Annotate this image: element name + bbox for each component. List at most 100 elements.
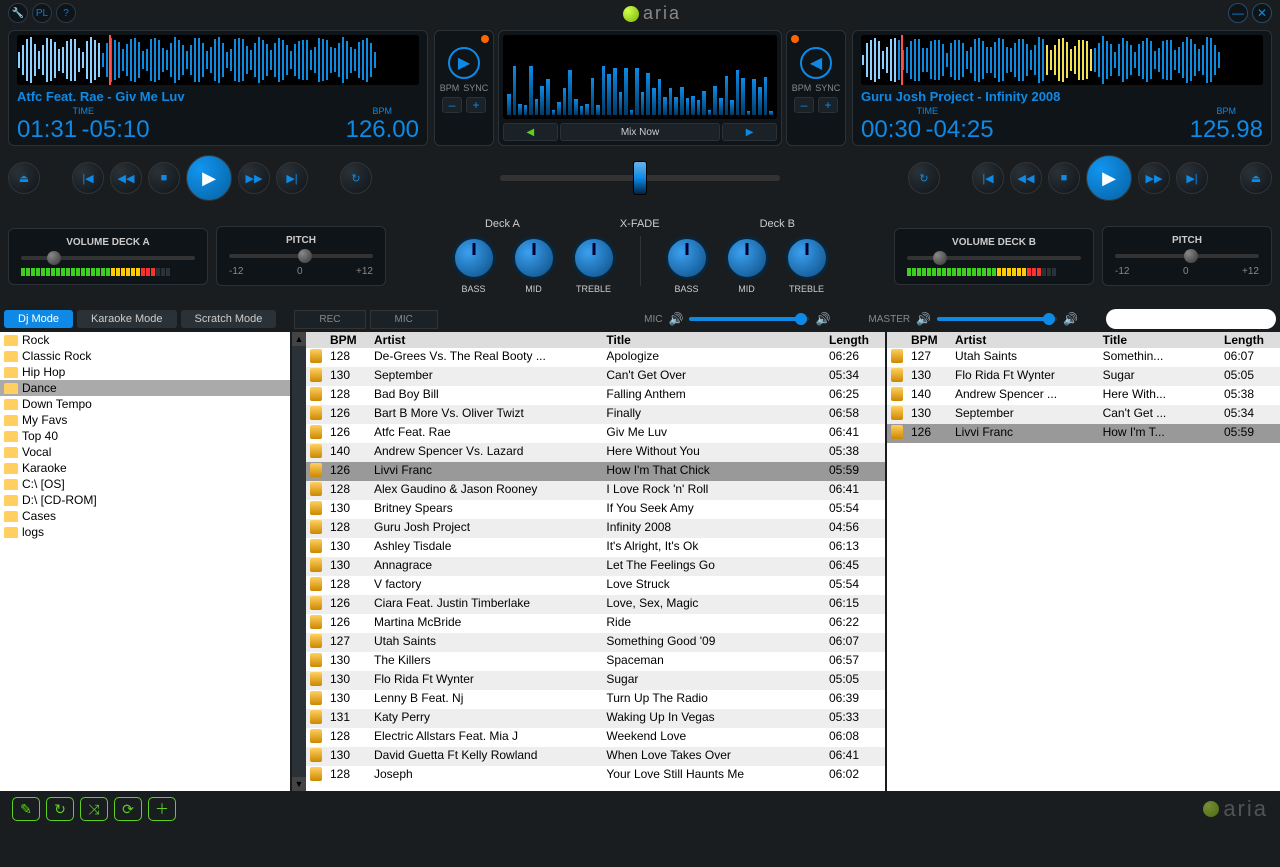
track-row[interactable]: 126Livvi FrancHow I'm T...05:59 <box>887 424 1280 443</box>
deck-b-play[interactable]: ▶ <box>1086 155 1132 201</box>
deck-a-play[interactable]: ▶ <box>186 155 232 201</box>
mic-slider[interactable] <box>689 317 809 321</box>
bpm-plus-b[interactable]: + <box>818 97 838 113</box>
folder-item[interactable]: Hip Hop <box>0 364 290 380</box>
deck-b-waveform[interactable] <box>861 35 1263 85</box>
track-row[interactable]: 126Livvi FrancHow I'm That Chick05:59 <box>306 462 885 481</box>
settings-button[interactable]: 🔧 <box>8 3 28 23</box>
sync-play-a[interactable]: ▶ <box>448 47 480 79</box>
deck-b-mid-knob[interactable] <box>725 236 769 280</box>
track-row[interactable]: 127Utah SaintsSomething Good '0906:07 <box>306 633 885 652</box>
col-title[interactable]: Title <box>1099 332 1220 348</box>
minimize-button[interactable]: — <box>1228 3 1248 23</box>
mix-left-button[interactable]: ◀ <box>503 123 558 141</box>
mic-button[interactable]: MIC <box>370 310 438 329</box>
bpm-minus-a[interactable]: – <box>442 97 462 113</box>
crossfader-thumb[interactable] <box>633 161 647 195</box>
folder-item[interactable]: C:\ [OS] <box>0 476 290 492</box>
track-row[interactable]: 140Andrew Spencer Vs. LazardHere Without… <box>306 443 885 462</box>
col-artist[interactable]: Artist <box>370 332 602 348</box>
deck-b-treble-knob[interactable] <box>785 236 829 280</box>
volume-b-slider[interactable] <box>907 256 1081 260</box>
tab-dj-mode[interactable]: Dj Mode <box>4 310 73 328</box>
folder-item[interactable]: logs <box>0 524 290 540</box>
folder-item[interactable]: Vocal <box>0 444 290 460</box>
track-row[interactable]: 128De-Grees Vs. The Real Booty ...Apolog… <box>306 348 885 367</box>
folder-item[interactable]: Cases <box>0 508 290 524</box>
track-row[interactable]: 128V factoryLove Struck05:54 <box>306 576 885 595</box>
track-header[interactable]: BPM Artist Title Length <box>306 332 885 348</box>
folder-item[interactable]: Rock <box>0 332 290 348</box>
scroll-down-icon[interactable]: ▼ <box>292 777 306 791</box>
deck-a-prev[interactable]: |◀ <box>72 162 104 194</box>
col-bpm[interactable]: BPM <box>326 332 370 348</box>
track-row[interactable]: 130Lenny B Feat. NjTurn Up The Radio06:3… <box>306 690 885 709</box>
track-row[interactable]: 130Flo Rida Ft WynterSugar05:05 <box>887 367 1280 386</box>
track-row[interactable]: 130Flo Rida Ft WynterSugar05:05 <box>306 671 885 690</box>
scroll-up-icon[interactable]: ▲ <box>292 332 306 346</box>
track-row[interactable]: 130Ashley TisdaleIt's Alright, It's Ok06… <box>306 538 885 557</box>
deck-b-loop[interactable]: ↻ <box>908 162 940 194</box>
help-button[interactable]: ? <box>56 3 76 23</box>
deck-a-waveform[interactable] <box>17 35 419 85</box>
track-row[interactable]: 130David Guetta Ft Kelly RowlandWhen Lov… <box>306 747 885 766</box>
track-row[interactable]: 128Bad Boy BillFalling Anthem06:25 <box>306 386 885 405</box>
deck-b-prev[interactable]: |◀ <box>972 162 1004 194</box>
folder-item[interactable]: My Favs <box>0 412 290 428</box>
deck-a-bass-knob[interactable] <box>452 236 496 280</box>
folder-item[interactable]: D:\ [CD-ROM] <box>0 492 290 508</box>
queue-header[interactable]: BPM Artist Title Length <box>887 332 1280 348</box>
refresh-button[interactable]: ↻ <box>46 797 74 821</box>
bpm-plus-a[interactable]: + <box>466 97 486 113</box>
folder-item[interactable]: Dance <box>0 380 290 396</box>
track-row[interactable]: 127Utah SaintsSomethin...06:07 <box>887 348 1280 367</box>
folder-item[interactable]: Down Tempo <box>0 396 290 412</box>
col-length[interactable]: Length <box>825 332 885 348</box>
track-library[interactable]: BPM Artist Title Length 128De-Grees Vs. … <box>306 332 885 791</box>
deck-a-fwd[interactable]: ▶▶ <box>238 162 270 194</box>
track-row[interactable]: 130The KillersSpaceman06:57 <box>306 652 885 671</box>
playlist-button[interactable]: PL <box>32 3 52 23</box>
repeat-button[interactable]: ⟳ <box>114 797 142 821</box>
tab-scratch-mode[interactable]: Scratch Mode <box>181 310 277 328</box>
folder-scroll[interactable]: ▲▼ <box>292 332 306 791</box>
track-row[interactable]: 128Electric Allstars Feat. Mia JWeekend … <box>306 728 885 747</box>
track-row[interactable]: 130SeptemberCan't Get Over05:34 <box>306 367 885 386</box>
shuffle-button[interactable]: ⤨ <box>80 797 108 821</box>
deck-a-loop[interactable]: ↻ <box>340 162 372 194</box>
bpm-minus-b[interactable]: – <box>794 97 814 113</box>
track-row[interactable]: 128JosephYour Love Still Haunts Me06:02 <box>306 766 885 785</box>
track-row[interactable]: 130SeptemberCan't Get ...05:34 <box>887 405 1280 424</box>
edit-button[interactable]: ✎ <box>12 797 40 821</box>
folder-item[interactable]: Karaoke <box>0 460 290 476</box>
col-length[interactable]: Length <box>1220 332 1280 348</box>
track-row[interactable]: 128Alex Gaudino & Jason RooneyI Love Roc… <box>306 481 885 500</box>
tab-karaoke-mode[interactable]: Karaoke Mode <box>77 310 177 328</box>
deck-a-rew[interactable]: ◀◀ <box>110 162 142 194</box>
col-artist[interactable]: Artist <box>951 332 1099 348</box>
track-row[interactable]: 126Martina McBrideRide06:22 <box>306 614 885 633</box>
deck-b-next[interactable]: ▶| <box>1176 162 1208 194</box>
deck-b-bass-knob[interactable] <box>665 236 709 280</box>
folder-tree[interactable]: RockClassic RockHip HopDanceDown TempoMy… <box>0 332 292 791</box>
track-row[interactable]: 130Britney SpearsIf You Seek Amy05:54 <box>306 500 885 519</box>
deck-a-treble-knob[interactable] <box>572 236 616 280</box>
search-input[interactable] <box>1106 309 1276 329</box>
pitch-a-slider[interactable] <box>229 254 373 258</box>
deck-a-mid-knob[interactable] <box>512 236 556 280</box>
sync-play-b[interactable]: ◀ <box>800 47 832 79</box>
crossfader[interactable] <box>500 175 780 181</box>
queue-panel[interactable]: BPM Artist Title Length 127Utah SaintsSo… <box>885 332 1280 791</box>
col-title[interactable]: Title <box>602 332 825 348</box>
deck-b-rew[interactable]: ◀◀ <box>1010 162 1042 194</box>
deck-b-stop[interactable]: ■ <box>1048 162 1080 194</box>
track-row[interactable]: 126Atfc Feat. RaeGiv Me Luv06:41 <box>306 424 885 443</box>
track-row[interactable]: 140Andrew Spencer ...Here With...05:38 <box>887 386 1280 405</box>
track-row[interactable]: 131Katy PerryWaking Up In Vegas05:33 <box>306 709 885 728</box>
deck-b-fwd[interactable]: ▶▶ <box>1138 162 1170 194</box>
pitch-b-slider[interactable] <box>1115 254 1259 258</box>
mix-right-button[interactable]: ▶ <box>722 123 777 141</box>
track-row[interactable]: 126Ciara Feat. Justin TimberlakeLove, Se… <box>306 595 885 614</box>
close-button[interactable]: ✕ <box>1252 3 1272 23</box>
deck-a-eject[interactable]: ⏏ <box>8 162 40 194</box>
